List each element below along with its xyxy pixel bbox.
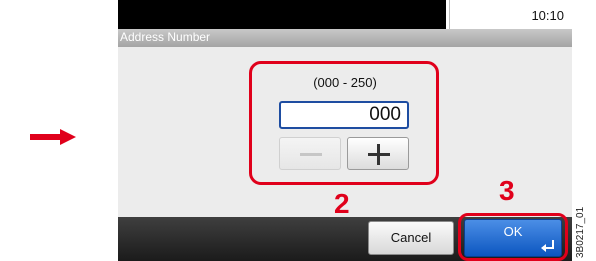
screen-title: Address Number	[120, 30, 211, 44]
message-area	[118, 0, 446, 32]
clock: 10:10	[531, 8, 564, 23]
ok-button-highlight	[458, 213, 568, 261]
clock-area: 10:10	[449, 0, 572, 32]
manual-figure: 10:10 Address Number (000 - 250) 000 Can…	[0, 0, 596, 261]
status-bar: 10:10	[118, 0, 572, 32]
step-2-callout: 2	[334, 188, 350, 219]
number-entry-highlight	[249, 61, 439, 185]
step-3-callout: 3	[499, 175, 515, 206]
figure-code: 3B0217_01	[575, 206, 586, 258]
screen-title-bar: Address Number	[118, 29, 572, 47]
cancel-button[interactable]: Cancel	[368, 221, 454, 255]
right-arrow-icon	[30, 129, 76, 145]
